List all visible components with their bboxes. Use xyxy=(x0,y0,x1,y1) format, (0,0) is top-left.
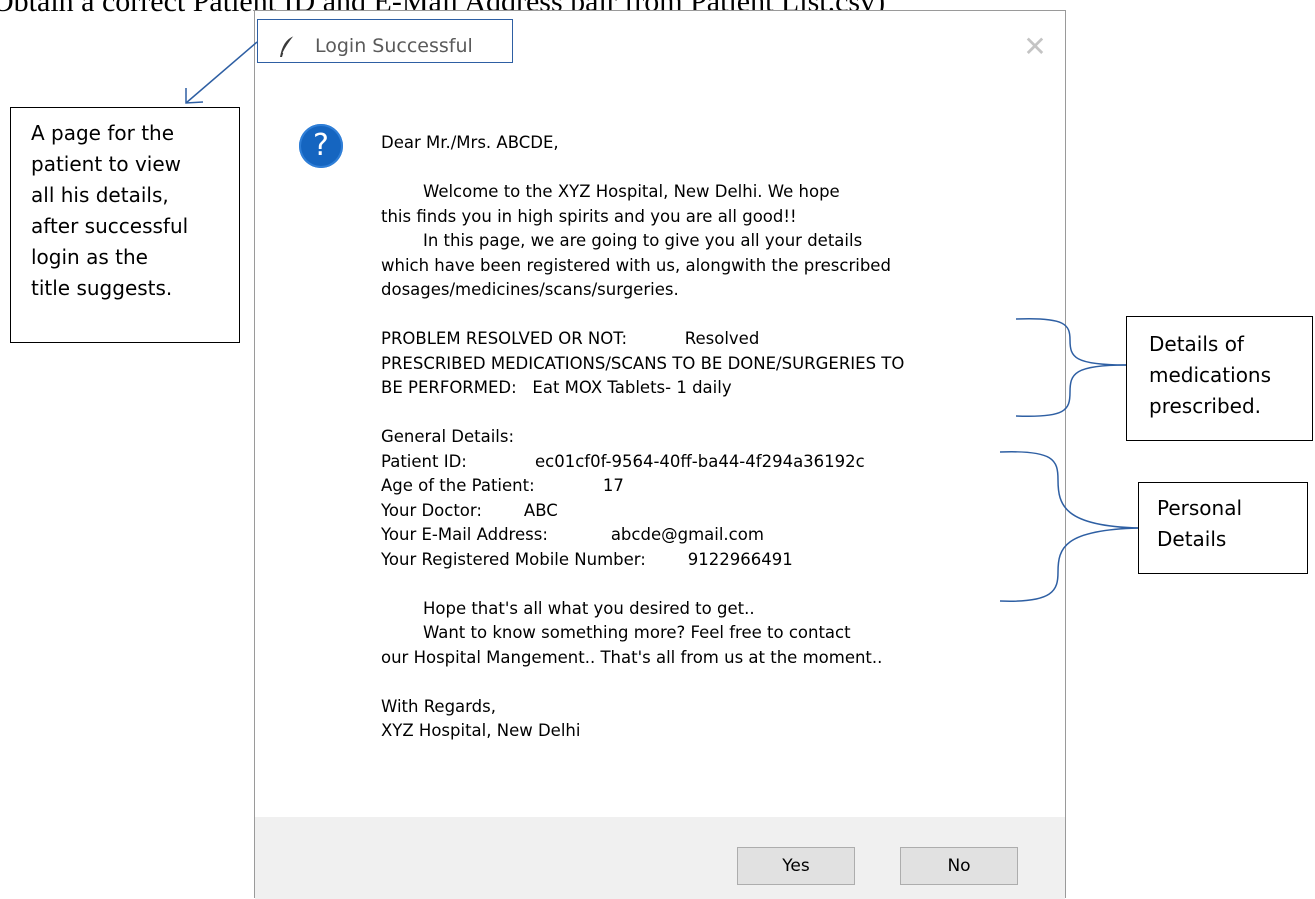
medications-callout: Details of medications prescribed. xyxy=(1126,316,1313,441)
callout-line: medications xyxy=(1149,363,1272,387)
title-arrow-line xyxy=(185,41,258,104)
medications-brace-top xyxy=(1015,317,1127,366)
callout-line: Personal xyxy=(1157,496,1243,520)
personal-brace-top xyxy=(999,451,1139,529)
personal-details-callout: Personal Details xyxy=(1138,482,1308,574)
callout-line: patient to view xyxy=(31,152,182,176)
medications-brace-bottom xyxy=(1015,364,1127,418)
callout-line: login as the xyxy=(31,245,148,269)
personal-brace-bottom xyxy=(999,527,1139,602)
callout-line: Details xyxy=(1157,527,1227,551)
callout-line: A page for the xyxy=(31,121,175,145)
callout-line: all his details, xyxy=(31,183,169,207)
callout-line: prescribed. xyxy=(1149,394,1262,418)
callout-line: title suggests. xyxy=(31,276,173,300)
callout-line: Details of xyxy=(1149,332,1244,356)
callout-line: after successful xyxy=(31,214,189,238)
left-callout: A page for the patient to view all his d… xyxy=(10,107,240,343)
